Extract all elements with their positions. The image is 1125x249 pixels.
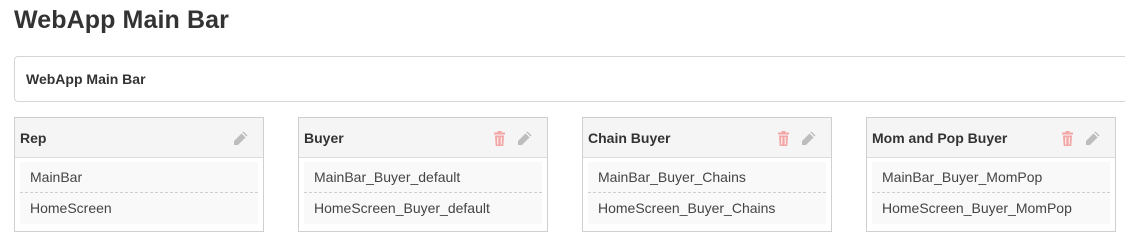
trash-icon[interactable]	[1059, 130, 1076, 147]
card-title: Rep	[20, 129, 47, 146]
card-list: MainBar_Buyer_MomPop HomeScreen_Buyer_Mo…	[867, 158, 1115, 224]
pencil-icon[interactable]	[232, 130, 249, 147]
card-actions	[232, 130, 249, 147]
page-title: WebApp Main Bar	[14, 6, 229, 34]
card-mom-and-pop-buyer: Mom and Pop Buyer MainBar_Buyer_MomPop H…	[866, 117, 1116, 232]
card-list: MainBar_Buyer_Chains HomeScreen_Buyer_Ch…	[583, 158, 831, 224]
pencil-icon[interactable]	[1084, 130, 1101, 147]
card-header: Chain Buyer	[583, 118, 831, 158]
pencil-icon[interactable]	[800, 130, 817, 147]
card-actions	[1059, 130, 1101, 147]
list-item[interactable]: HomeScreen_Buyer_Chains	[588, 193, 826, 224]
card-actions	[491, 130, 533, 147]
card-header: Rep	[15, 118, 263, 158]
card-list: MainBar_Buyer_default HomeScreen_Buyer_d…	[299, 158, 547, 224]
list-item[interactable]: MainBar_Buyer_default	[304, 162, 542, 193]
list-item[interactable]: MainBar_Buyer_MomPop	[872, 162, 1110, 193]
card-rep: Rep MainBar HomeScreen	[14, 117, 264, 232]
main-bar-name-field[interactable]	[14, 56, 1125, 102]
card-title: Chain Buyer	[588, 129, 671, 146]
card-header: Mom and Pop Buyer	[867, 118, 1115, 158]
card-title: Buyer	[304, 129, 344, 146]
list-item[interactable]: MainBar	[20, 162, 258, 193]
pencil-icon[interactable]	[516, 130, 533, 147]
card-actions	[775, 130, 817, 147]
trash-icon[interactable]	[775, 130, 792, 147]
main-bar-name-input[interactable]	[15, 57, 1125, 101]
list-item[interactable]: MainBar_Buyer_Chains	[588, 162, 826, 193]
list-item[interactable]: HomeScreen	[20, 193, 258, 224]
trash-icon[interactable]	[491, 130, 508, 147]
card-header: Buyer	[299, 118, 547, 158]
card-list: MainBar HomeScreen	[15, 158, 263, 224]
list-item[interactable]: HomeScreen_Buyer_default	[304, 193, 542, 224]
card-buyer: Buyer MainBar_Buyer_default HomeScreen_B…	[298, 117, 548, 232]
card-title: Mom and Pop Buyer	[872, 129, 1008, 146]
card-chain-buyer: Chain Buyer MainBar_Buyer_Chains HomeScr…	[582, 117, 832, 232]
list-item[interactable]: HomeScreen_Buyer_MomPop	[872, 193, 1110, 224]
